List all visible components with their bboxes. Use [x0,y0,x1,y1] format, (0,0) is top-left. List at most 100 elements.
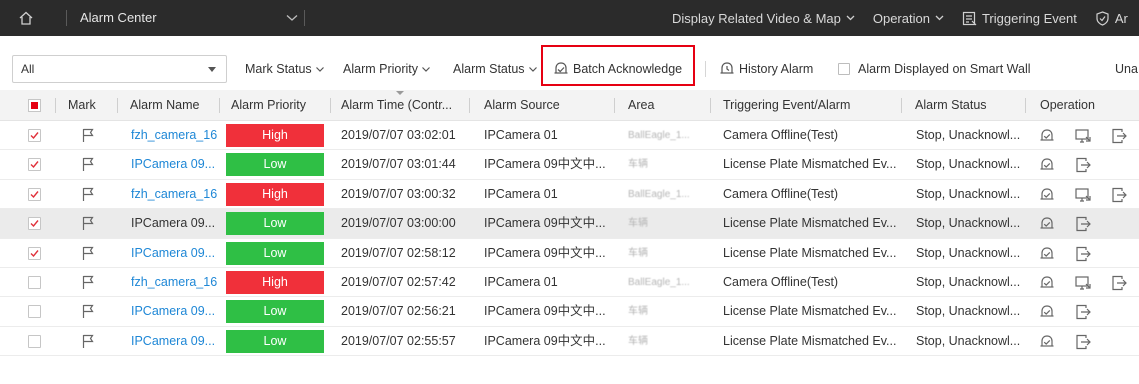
alarm-name-link[interactable]: IPCamera 09... [131,239,221,268]
acknowledge-button[interactable] [1038,245,1056,263]
export-button[interactable] [1074,215,1092,233]
alarm-name-link[interactable]: IPCamera 09... [131,297,221,326]
row-checkbox[interactable] [28,275,41,289]
table-body: fzh_camera_16 High 2019/07/07 03:02:01 I… [0,121,1139,357]
table-row[interactable]: IPCamera 09... Low 2019/07/07 03:01:44 I… [0,150,1139,180]
table-row[interactable]: fzh_camera_16 High 2019/07/07 03:02:01 I… [0,121,1139,151]
row-checkbox[interactable] [28,187,41,201]
arming-button[interactable]: Ar [1095,11,1128,26]
header-triggering-event[interactable]: Triggering Event/Alarm [723,90,850,121]
alarm-source: IPCamera 09中文中... [484,216,606,231]
alarm-priority-filter[interactable]: Alarm Priority [343,55,430,83]
alarm-status-value: Stop, Unacknowl... [916,304,1021,319]
mark-status-label: Mark Status [245,62,312,76]
alarm-source: IPCamera 09中文中... [484,304,606,319]
alarm-name-link[interactable]: fzh_camera_16 [131,180,221,209]
display-related-video-map-menu[interactable]: Display Related Video & Map [672,11,855,26]
alarm-status-value: Stop, Unacknowl... [916,216,1021,231]
smart-wall-button[interactable] [1074,274,1092,292]
home-button[interactable] [12,0,40,36]
table-row[interactable]: IPCamera 09... Low 2019/07/07 02:55:57 I… [0,326,1139,357]
mark-flag-button[interactable] [81,246,95,264]
area-value: 车辆 [628,335,648,347]
alarm-name-link[interactable]: fzh_camera_16 [131,268,221,297]
alarm-source: IPCamera 09中文中... [484,157,606,172]
triggering-event-value: Camera Offline(Test) [723,274,839,289]
triggering-event-icon [962,11,977,25]
export-button[interactable] [1074,303,1092,321]
table-row[interactable]: IPCamera 09... Low 2019/07/07 02:58:12 I… [0,238,1139,268]
operation-label: Operation [872,10,930,26]
operation-menu[interactable]: Operation [873,11,944,26]
header-separator [710,98,711,113]
alarm-on-smart-wall-toggle[interactable]: Alarm Displayed on Smart Wall [838,55,1031,83]
mark-flag-button[interactable] [81,187,95,205]
header-mark[interactable]: Mark [68,90,96,121]
row-checkbox[interactable] [28,129,41,142]
acknowledge-button[interactable] [1038,186,1056,204]
alarm-name-link[interactable]: IPCamera 09... [131,150,221,179]
alarm-name-link[interactable]: fzh_camera_16 [131,121,221,150]
export-button[interactable] [1110,127,1128,145]
header-separator [469,98,470,113]
export-button[interactable] [1074,156,1092,174]
acknowledge-button[interactable] [1038,303,1056,321]
export-button[interactable] [1110,186,1128,204]
acknowledge-button[interactable] [1038,215,1056,233]
acknowledge-button[interactable] [1038,333,1056,351]
export-button[interactable] [1110,274,1128,292]
alarm-status-filter[interactable]: Alarm Status [453,55,537,83]
mark-flag-button[interactable] [81,304,95,322]
mark-flag-button[interactable] [81,157,95,175]
table-row[interactable]: IPCamera 09... Low 2019/07/07 02:56:21 I… [0,297,1139,327]
select-all-checkbox[interactable] [28,99,41,112]
unacknowledged-filter[interactable]: Una [1115,55,1138,83]
history-alarm-button[interactable]: History Alarm [719,55,813,83]
alarm-source: IPCamera 09中文中... [484,333,606,348]
unacknowledged-label: Una [1115,62,1138,76]
module-dropdown[interactable] [286,0,298,36]
mark-flag-button[interactable] [81,334,95,352]
acknowledge-icon [1040,188,1054,200]
alarm-filter-select[interactable]: All [12,55,227,83]
header-alarm-status[interactable]: Alarm Status [915,90,987,121]
sort-descending-icon [396,91,404,95]
mark-flag-button[interactable] [81,128,95,146]
table-row[interactable]: IPCamera 09... Low 2019/07/07 03:00:00 I… [0,209,1139,239]
history-icon [720,62,734,74]
header-alarm-priority[interactable]: Alarm Priority [231,90,306,121]
alarm-status-value: Stop, Unacknowl... [916,128,1021,142]
flag-icon [82,334,94,348]
mark-status-filter[interactable]: Mark Status [245,55,324,83]
row-checkbox[interactable] [28,334,41,348]
smart-wall-checkbox[interactable] [838,63,850,75]
smart-wall-button[interactable] [1074,186,1092,204]
row-checkbox[interactable] [28,217,41,231]
header-alarm-source[interactable]: Alarm Source [484,90,560,121]
mark-flag-button[interactable] [81,275,95,293]
header-alarm-name[interactable]: Alarm Name [130,90,199,121]
acknowledge-button[interactable] [1038,274,1056,292]
alarm-name-link[interactable]: IPCamera 09... [131,209,221,238]
export-button[interactable] [1074,245,1092,263]
row-checkbox[interactable] [28,305,41,319]
header-operation: Operation [1040,98,1095,112]
mark-flag-button[interactable] [81,216,95,234]
alarm-time: 2019/07/07 03:01:44 [341,157,456,172]
check-icon [30,132,39,140]
export-icon [1112,275,1127,291]
table-row[interactable]: fzh_camera_16 High 2019/07/07 03:00:32 I… [0,179,1139,210]
flag-icon [82,246,94,260]
flag-icon [82,128,94,142]
row-checkbox[interactable] [28,158,41,172]
acknowledge-button[interactable] [1038,156,1056,174]
smart-wall-button[interactable] [1074,127,1092,145]
chevron-down-icon [286,15,298,21]
triggering-event-button[interactable]: Triggering Event [962,11,1077,26]
acknowledge-button[interactable] [1038,127,1056,145]
row-checkbox[interactable] [28,246,41,260]
alarm-name-link[interactable]: IPCamera 09... [131,327,221,356]
export-button[interactable] [1074,333,1092,351]
header-area[interactable]: Area [628,90,654,121]
table-row[interactable]: fzh_camera_16 High 2019/07/07 02:57:42 I… [0,267,1139,298]
